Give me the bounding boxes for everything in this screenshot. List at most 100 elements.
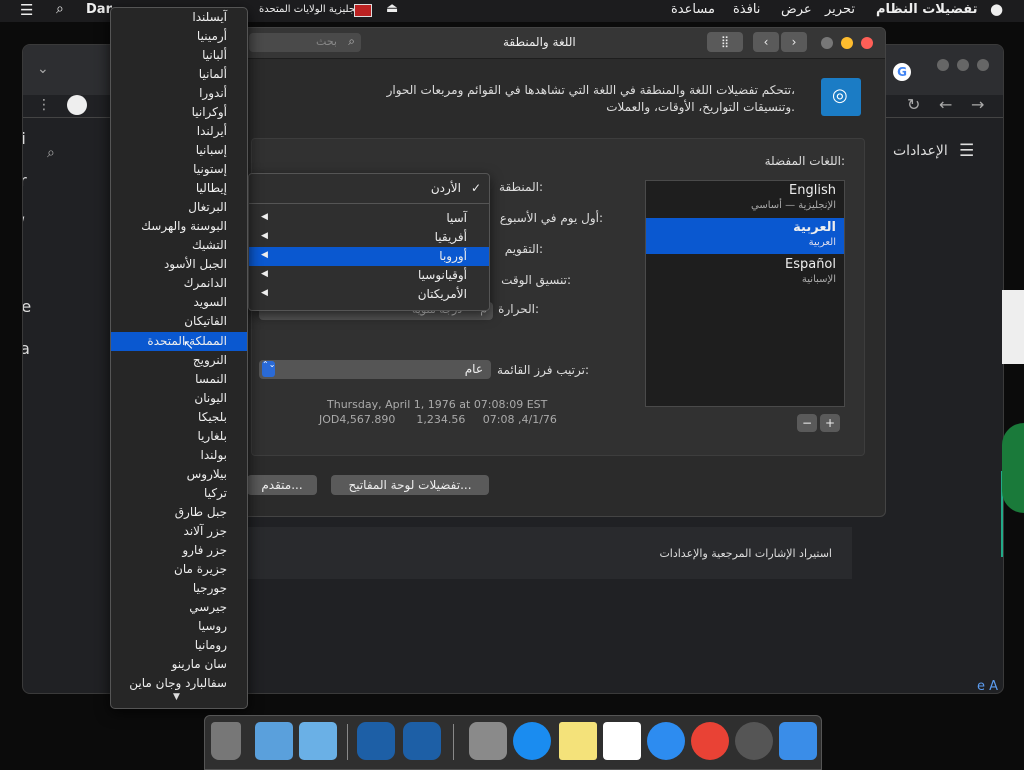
- calendar-icon[interactable]: [603, 722, 641, 760]
- hamburger-icon[interactable]: ☰: [959, 141, 974, 161]
- region-menu-item[interactable]: الأمريكتان ◀: [249, 285, 489, 304]
- country-item[interactable]: بولندا: [111, 446, 247, 465]
- country-item[interactable]: جورجيا: [111, 579, 247, 598]
- sidebar-item[interactable]: Di: [23, 129, 26, 148]
- finder-icon[interactable]: [779, 722, 817, 760]
- country-item[interactable]: اليونان: [111, 389, 247, 408]
- region-current-item[interactable]: الأردن ✓: [249, 179, 489, 199]
- window-close-icon[interactable]: [937, 59, 949, 71]
- country-item[interactable]: الجبل الأسود: [111, 255, 247, 274]
- language-item-selected[interactable]: العربية العربية: [646, 218, 844, 254]
- country-item[interactable]: السويد: [111, 293, 247, 312]
- input-source-label[interactable]: إنجليزية الولايات المتحدة: [259, 4, 361, 15]
- list-sort-popup[interactable]: ⌃⌄ عام: [259, 360, 491, 379]
- country-item[interactable]: ألمانيا: [111, 65, 247, 84]
- region-dropdown-menu[interactable]: الأردن ✓ آسيا ◀ أفريقيا ◀ أوروبا ◀ أوقيانوس…: [248, 173, 490, 311]
- remove-language-button[interactable]: −: [797, 414, 817, 432]
- menu-app-name[interactable]: تفضيلات النظام: [876, 2, 978, 17]
- window-zoom-icon[interactable]: [977, 59, 989, 71]
- sidebar-item[interactable]: Ca: [23, 339, 30, 358]
- country-item[interactable]: أيرلندا: [111, 122, 247, 141]
- country-item[interactable]: جزر آلاند: [111, 522, 247, 541]
- country-item[interactable]: سان مارينو: [111, 655, 247, 674]
- region-menu-item[interactable]: أفريقيا ◀: [249, 228, 489, 247]
- grid-icon[interactable]: ⣿: [707, 32, 743, 52]
- profile-avatar-icon[interactable]: [67, 95, 87, 115]
- country-item[interactable]: رومانيا: [111, 636, 247, 655]
- country-item[interactable]: جيرسي: [111, 598, 247, 617]
- applications-folder-icon[interactable]: [299, 722, 337, 760]
- trash-icon[interactable]: [211, 722, 241, 760]
- sidebar-item[interactable]: Cr: [23, 171, 27, 190]
- menu-edit[interactable]: تحرير: [825, 2, 855, 17]
- country-item[interactable]: سفالبارد وجان ماين: [111, 674, 247, 693]
- keyboard-preferences-button[interactable]: تفضيلات لوحة المفاتيح...: [331, 475, 489, 495]
- country-item[interactable]: آيسلندا: [111, 8, 247, 27]
- virtualbox-icon[interactable]: [357, 722, 395, 760]
- eject-icon[interactable]: ⏏: [386, 1, 398, 16]
- country-item[interactable]: النرويج: [111, 351, 247, 370]
- launchpad-icon[interactable]: [735, 722, 773, 760]
- folder-icon[interactable]: [255, 722, 293, 760]
- notes-icon[interactable]: [559, 722, 597, 760]
- country-item[interactable]: الفاتيكان: [111, 312, 247, 331]
- region-menu-item[interactable]: أوقيانوسيا ◀: [249, 266, 489, 285]
- region-menu-item[interactable]: آسيا ◀: [249, 209, 489, 228]
- more-vert-icon[interactable]: ⋮: [37, 97, 51, 113]
- country-submenu[interactable]: آيسلندا أرمينيا ألبانيا ألمانيا أندورا أ…: [110, 7, 248, 709]
- menu-icon[interactable]: ☰: [20, 1, 33, 19]
- country-item[interactable]: أوكرانيا: [111, 103, 247, 122]
- system-preferences-icon[interactable]: [469, 722, 507, 760]
- country-item[interactable]: الدانمرك: [111, 274, 247, 293]
- region-menu-item-selected[interactable]: أوروبا ◀: [249, 247, 489, 266]
- country-item-selected[interactable]: المملكة المتحدة: [111, 332, 247, 351]
- search-icon[interactable]: ⌕: [56, 1, 64, 17]
- country-item[interactable]: جزيرة مان: [111, 560, 247, 579]
- country-item[interactable]: إسبانيا: [111, 141, 247, 160]
- back-arrow-icon[interactable]: ‹: [753, 32, 779, 52]
- country-item[interactable]: بلجيكا: [111, 408, 247, 427]
- country-item[interactable]: النمسا: [111, 370, 247, 389]
- chevron-down-icon[interactable]: ⌄: [37, 61, 49, 77]
- menu-window[interactable]: نافذة: [733, 2, 760, 17]
- close-icon[interactable]: [861, 37, 873, 49]
- language-item[interactable]: English الإنجليزية — أساسي: [646, 181, 844, 217]
- language-item[interactable]: Español الإسبانية: [646, 255, 844, 291]
- back-icon[interactable]: ←: [939, 95, 952, 114]
- google-icon[interactable]: G: [893, 63, 911, 81]
- app-store-icon[interactable]: [513, 722, 551, 760]
- sidebar-item[interactable]: Pl: [23, 255, 24, 274]
- country-item[interactable]: جزر فارو: [111, 541, 247, 560]
- country-item[interactable]: جبل طارق: [111, 503, 247, 522]
- country-item[interactable]: البوسنة والهرسك: [111, 217, 247, 236]
- country-item[interactable]: البرتغال: [111, 198, 247, 217]
- country-item[interactable]: بيلاروس: [111, 465, 247, 484]
- sidebar-item[interactable]: De: [23, 297, 31, 316]
- menu-view[interactable]: عرض: [781, 2, 812, 17]
- country-item[interactable]: بلغاريا: [111, 427, 247, 446]
- scroll-down-arrow-icon[interactable]: ▼: [173, 692, 180, 702]
- search-field[interactable]: ⌕ بحث: [249, 33, 361, 52]
- forward-arrow-icon[interactable]: ›: [781, 32, 807, 52]
- add-language-button[interactable]: +: [820, 414, 840, 432]
- virtualbox-vm-icon[interactable]: [403, 722, 441, 760]
- window-minimize-icon[interactable]: [957, 59, 969, 71]
- country-item[interactable]: التشيك: [111, 236, 247, 255]
- forward-icon[interactable]: →: [971, 95, 984, 114]
- country-item[interactable]: أرمينيا: [111, 27, 247, 46]
- country-item[interactable]: روسيا: [111, 617, 247, 636]
- settings-search-icon[interactable]: ⌕: [47, 145, 55, 161]
- us-flag-icon[interactable]: [354, 4, 372, 17]
- country-item[interactable]: إستونيا: [111, 160, 247, 179]
- menu-help[interactable]: مساعدة: [671, 2, 715, 17]
- sidebar-item[interactable]: W: [23, 213, 25, 232]
- advanced-button[interactable]: متقدم...: [247, 475, 317, 495]
- country-item[interactable]: أندورا: [111, 84, 247, 103]
- zoom-icon[interactable]: [821, 37, 833, 49]
- country-item[interactable]: ألبانيا: [111, 46, 247, 65]
- safari-icon[interactable]: [647, 722, 685, 760]
- preferred-languages-list[interactable]: English الإنجليزية — أساسي العربية العرب…: [645, 180, 845, 407]
- chrome-icon[interactable]: [691, 722, 729, 760]
- country-item[interactable]: تركيا: [111, 484, 247, 503]
- import-bookmarks-row[interactable]: استيراد الإشارات المرجعية والإعدادات: [246, 527, 852, 579]
